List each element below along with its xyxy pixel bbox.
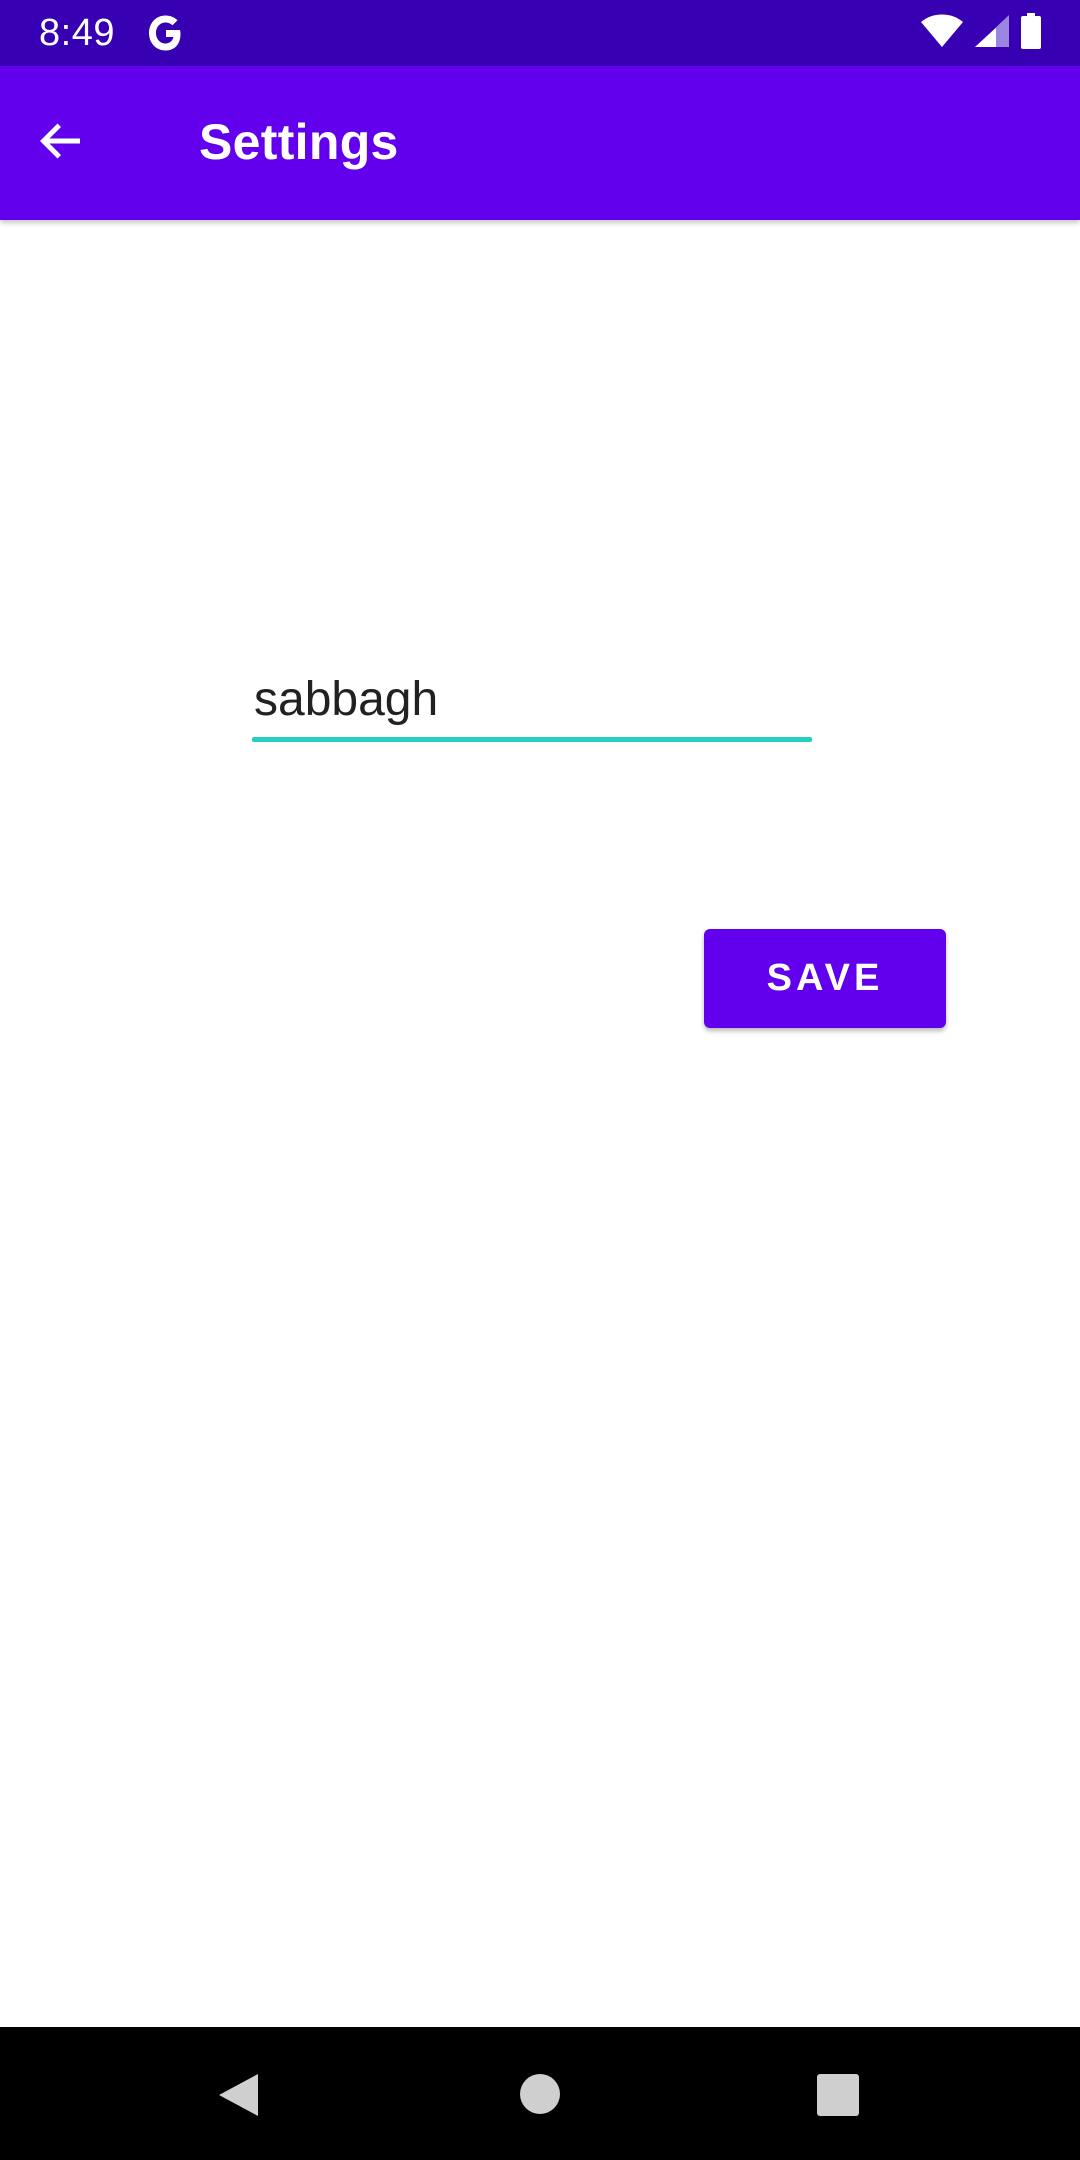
battery-icon (1020, 12, 1042, 54)
home-circle-icon[interactable] (520, 2074, 560, 2114)
wifi-icon (920, 14, 964, 53)
recents-square-icon[interactable] (817, 2074, 859, 2116)
app-bar: Settings (0, 66, 1080, 220)
input-underline (252, 737, 812, 742)
cellular-signal-icon (974, 14, 1010, 53)
status-bar: 8:49 (0, 0, 1080, 66)
back-button[interactable] (28, 111, 92, 175)
google-g-icon (146, 8, 186, 58)
navigation-bar (0, 2027, 1080, 2160)
arrow-back-icon (36, 117, 84, 170)
name-input[interactable] (252, 660, 812, 738)
save-button[interactable]: SAVE (704, 929, 946, 1028)
page-title: Settings (199, 114, 399, 170)
back-triangle-icon[interactable] (216, 2072, 262, 2118)
status-icons (920, 12, 1042, 54)
status-time: 8:49 (39, 12, 115, 54)
screen: 8:49 Settings sabbagh SAVE (0, 0, 1080, 2160)
name-field (252, 660, 812, 744)
